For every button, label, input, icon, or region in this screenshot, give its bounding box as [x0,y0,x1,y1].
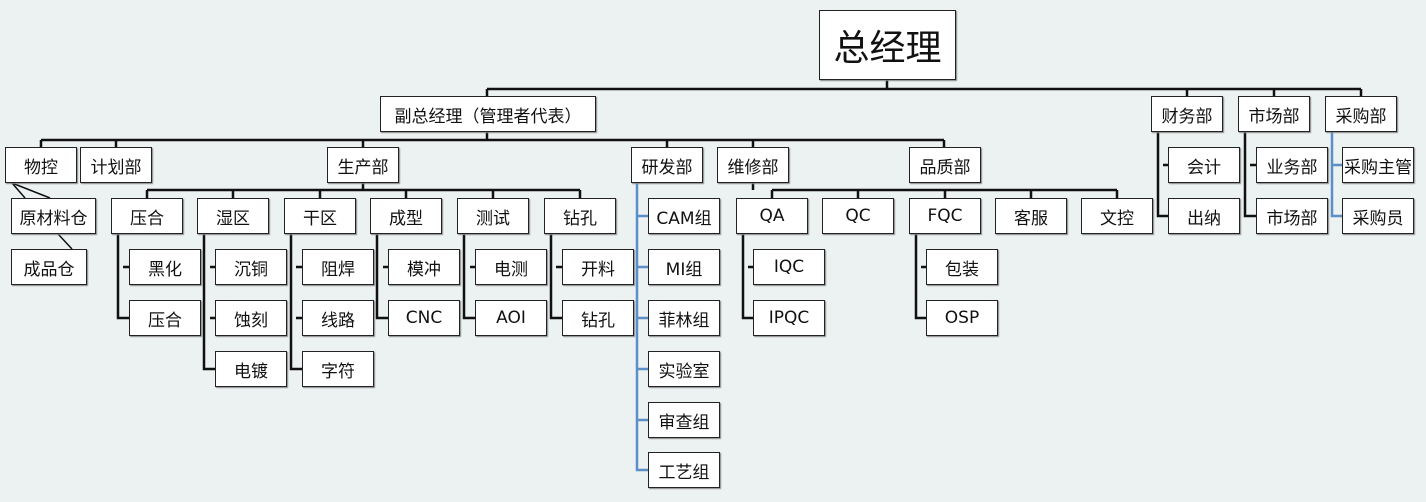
node-cnc: CNC [388,300,460,336]
node-doc: 文控 [1081,198,1153,234]
node-zuhan: 阻焊 [302,249,374,285]
node-feilin: 菲林组 [648,300,720,336]
node-deputy: 副总经理（管理者代表） [380,96,596,132]
node-market: 市场部 [1238,96,1310,132]
node-cam: CAM组 [648,198,720,234]
node-pmgr: 采购主管 [1342,147,1414,183]
node-market2: 市场部 [1256,198,1328,234]
node-ceo: 总经理 [819,10,956,80]
node-raw: 原材料仓 [11,198,96,234]
node-review: 审查组 [648,402,720,438]
node-chengxing: 成型 [370,198,442,234]
node-zifu: 字符 [302,351,374,387]
node-pack: 包装 [926,249,998,285]
node-heihua: 黑化 [129,249,201,285]
node-plan: 计划部 [80,147,152,183]
node-ipqc: IPQC [753,300,825,336]
node-finished: 成品仓 [11,249,87,285]
node-lab: 实验室 [648,351,720,387]
node-zuankong: 钻孔 [544,198,616,234]
node-diandu: 电镀 [215,351,287,387]
node-biz: 业务部 [1256,147,1328,183]
node-buyer: 采购员 [1342,198,1414,234]
org-chart: 总经理 副总经理（管理者代表） 财务部 市场部 采购部 物控 计划部 生产部 研… [0,0,1426,502]
node-ceshi: 测试 [457,198,529,234]
node-chentong: 沉铜 [215,249,287,285]
node-rd: 研发部 [631,147,703,183]
node-ganqu: 干区 [284,198,356,234]
node-acct: 会计 [1168,147,1240,183]
node-xianlu: 线路 [302,300,374,336]
node-finance: 财务部 [1151,96,1223,132]
node-qa: QA [736,198,808,234]
node-osp: OSP [926,300,998,336]
node-maint: 维修部 [717,147,789,183]
node-qc: QC [822,198,894,234]
node-purchase: 采购部 [1325,96,1397,132]
node-fqc: FQC [909,198,981,234]
node-mochong: 模冲 [388,249,460,285]
node-yahe: 压合 [111,198,183,234]
node-shiqu: 湿区 [197,198,269,234]
node-service: 客服 [995,198,1067,234]
node-shike: 蚀刻 [215,300,287,336]
node-aoi: AOI [475,300,547,336]
node-process: 工艺组 [648,452,720,488]
node-zuankong2: 钻孔 [562,300,634,336]
node-dianc: 电测 [475,249,547,285]
node-cashier: 出纳 [1168,198,1240,234]
node-kailiao: 开料 [562,249,634,285]
node-yahe2: 压合 [129,300,201,336]
node-production: 生产部 [327,147,399,183]
node-mi: MI组 [648,249,720,285]
node-quality: 品质部 [909,147,981,183]
node-wukong: 物控 [5,147,77,183]
node-iqc: IQC [753,249,825,285]
